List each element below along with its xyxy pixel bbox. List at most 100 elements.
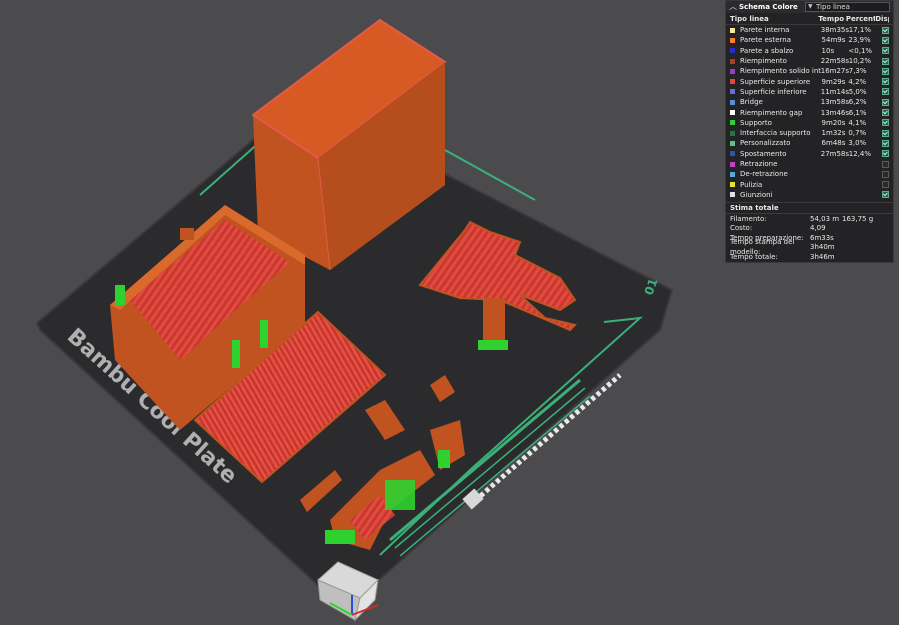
summary-row: Costo: 4,09 xyxy=(726,224,893,234)
line-type-name: Supporto xyxy=(740,118,772,127)
line-type-percent: 6,2% xyxy=(848,98,867,107)
legend-rows: Parete interna 38m35s 17,1% Parete esterna 5… xyxy=(726,25,893,200)
display-checkbox[interactable] xyxy=(882,129,889,137)
line-type-percent: 12,4% xyxy=(848,149,871,158)
chevron-down-icon: ▼ xyxy=(808,3,813,10)
legend-row: Pulizia xyxy=(726,179,893,189)
line-type-name: Giunzioni xyxy=(740,190,773,199)
summary-key: Costo: xyxy=(730,224,753,233)
display-checkbox[interactable] xyxy=(882,67,889,75)
legend-row: Superficie inferiore 11m14s 5,0% xyxy=(726,87,893,97)
display-checkbox[interactable] xyxy=(882,57,889,65)
legend-row: Riempimento gap 13m46s 6,1% xyxy=(726,107,893,117)
line-type-time: 38m35s xyxy=(820,26,850,35)
legend-column-headers: Tipo linea Tempo Percentuale Display xyxy=(726,13,893,25)
line-type-time: 22m58s xyxy=(820,57,850,66)
collapse-chevron-icon[interactable]: ︿ xyxy=(729,2,739,12)
line-type-time: 6m48s xyxy=(821,139,846,148)
summary-title: Stima totale xyxy=(726,202,893,215)
line-type-time: 54m9s xyxy=(821,36,846,45)
3d-viewport[interactable]: Bambu Cool Plate 01 ︿ Schema Colore ▼ Ti… xyxy=(0,0,899,625)
display-checkbox[interactable] xyxy=(882,119,889,127)
color-swatch xyxy=(730,110,735,116)
display-checkbox[interactable] xyxy=(882,150,889,158)
display-checkbox[interactable] xyxy=(882,191,889,199)
legend-row: Personalizzato 6m48s 3,0% xyxy=(726,138,893,148)
color-swatch xyxy=(730,27,735,33)
display-checkbox[interactable] xyxy=(882,139,889,147)
color-scheme-header[interactable]: ︿ Schema Colore ▼ Tipo linea xyxy=(726,1,893,13)
display-checkbox[interactable] xyxy=(882,98,889,106)
summary-rows: Filamento: 54,03 m 163,75 g Costo: 4,09 Tempo… xyxy=(726,214,893,262)
color-swatch xyxy=(730,89,735,95)
summary-key: Tempo totale: xyxy=(730,252,778,261)
line-type-percent: 10,2% xyxy=(848,57,871,66)
display-checkbox[interactable] xyxy=(882,170,889,178)
line-type-name: Riempimento solido interno xyxy=(740,67,821,76)
line-type-time: 13m58s xyxy=(820,98,850,107)
line-type-name: Parete esterna xyxy=(740,36,791,45)
summary-value: 3h40m xyxy=(810,243,835,252)
summary-row: Tempo stampa del modello: 3h40m xyxy=(726,238,893,256)
line-type-percent: 5,0% xyxy=(848,87,867,96)
summary-value: 4,09 xyxy=(810,224,826,233)
color-swatch xyxy=(730,140,735,146)
display-checkbox[interactable] xyxy=(882,78,889,86)
legend-row: Giunzioni xyxy=(726,190,893,200)
line-type-name: Interfaccia supporto xyxy=(740,129,811,138)
summary-key: Filamento: xyxy=(730,214,767,223)
line-type-name: Bridge xyxy=(740,98,763,107)
display-checkbox[interactable] xyxy=(882,26,889,34)
legend-row: Riempimento 22m58s 10,2% xyxy=(726,56,893,66)
display-checkbox[interactable] xyxy=(882,47,889,55)
legend-row: Superficie superiore 9m29s 4,2% xyxy=(726,76,893,86)
color-swatch xyxy=(730,99,735,105)
col-display: Display xyxy=(875,14,889,23)
col-line-type: Tipo linea xyxy=(730,14,769,23)
display-checkbox[interactable] xyxy=(882,160,889,168)
line-type-name: Pulizia xyxy=(740,180,763,189)
line-type-name: Superficie superiore xyxy=(740,77,811,86)
legend-row: Interfaccia supporto 1m32s 0,7% xyxy=(726,128,893,138)
summary-row: Filamento: 54,03 m 163,75 g xyxy=(726,214,893,224)
display-checkbox[interactable] xyxy=(882,109,889,117)
line-type-percent: 7,3% xyxy=(848,67,867,76)
line-type-name: Retrazione xyxy=(740,160,778,168)
line-type-time: 13m46s xyxy=(820,108,850,117)
line-type-percent: 17,1% xyxy=(848,26,871,35)
line-type-percent: 0,7% xyxy=(848,129,867,138)
legend-row: Spostamento 27m58s 12,4% xyxy=(726,149,893,159)
display-checkbox[interactable] xyxy=(882,36,889,44)
summary-value: 3h46m xyxy=(810,252,835,261)
color-swatch xyxy=(730,161,735,167)
color-scheme-title: Schema Colore xyxy=(739,3,798,11)
color-swatch xyxy=(730,130,735,136)
display-checkbox[interactable] xyxy=(882,88,889,96)
legend-row: Parete interna 38m35s 17,1% xyxy=(726,25,893,35)
line-type-name: Riempimento gap xyxy=(740,108,803,117)
summary-value-2: 163,75 g xyxy=(842,214,874,223)
line-type-percent: <0,1% xyxy=(848,46,873,55)
color-swatch xyxy=(730,79,735,85)
color-swatch xyxy=(730,37,735,43)
line-type-name: Parete interna xyxy=(740,26,790,35)
line-type-select[interactable]: ▼ Tipo linea xyxy=(805,2,890,12)
line-type-name: Personalizzato xyxy=(740,139,791,148)
color-swatch xyxy=(730,192,735,198)
display-checkbox[interactable] xyxy=(882,181,889,189)
legend-row: Supporto 9m20s 4,1% xyxy=(726,118,893,128)
legend-row: Bridge 13m58s 6,2% xyxy=(726,97,893,107)
color-swatch xyxy=(730,151,735,157)
line-type-percent: 4,2% xyxy=(848,77,867,86)
line-type-name: De-retrazione xyxy=(740,170,788,179)
line-type-name: Parete a sbalzo xyxy=(740,46,794,55)
line-type-time: 27m58s xyxy=(820,149,850,158)
summary-row: Tempo totale: 3h46m xyxy=(726,252,893,262)
line-type-time: 9m20s xyxy=(821,118,846,127)
line-type-name: Riempimento xyxy=(740,57,787,66)
legend-row: Parete a sbalzo 10s <0,1% xyxy=(726,46,893,56)
color-swatch xyxy=(730,182,735,188)
legend-row: Parete esterna 54m9s 23,9% xyxy=(726,35,893,45)
color-swatch xyxy=(730,68,735,74)
line-type-time: 10s xyxy=(821,46,835,55)
